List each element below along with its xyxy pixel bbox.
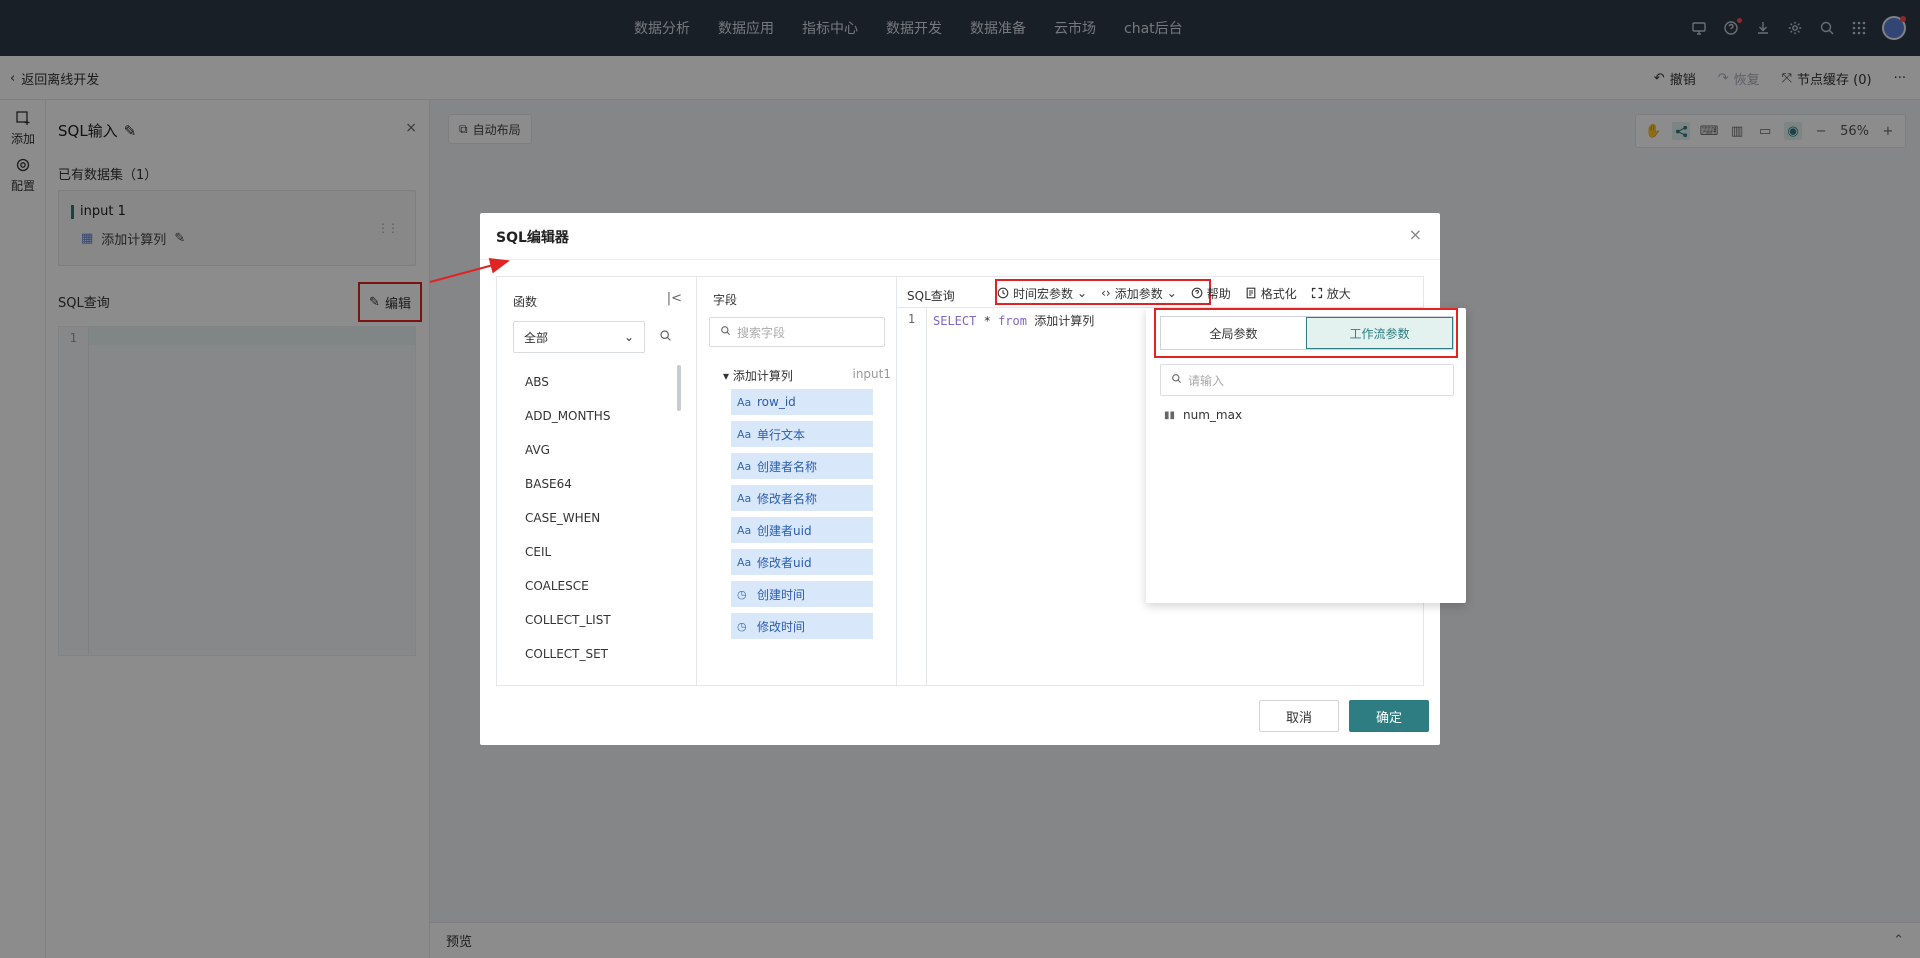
param-item[interactable]: ▮▮ num_max [1164, 408, 1242, 422]
search-icon[interactable] [659, 329, 672, 346]
field-name: 修改者uid [757, 555, 812, 570]
date-icon: ◷ [737, 619, 747, 633]
text-type-icon: Aa [737, 523, 752, 537]
format-button[interactable]: 格式化 [1245, 285, 1297, 302]
confirm-button[interactable]: 确定 [1349, 700, 1429, 732]
field-name: 修改者名称 [757, 491, 818, 506]
text-type-icon: Aa [737, 427, 752, 441]
tab-workflow-params[interactable]: 工作流参数 [1306, 317, 1453, 349]
modal-divider [480, 259, 1440, 260]
param-name: num_max [1183, 408, 1243, 422]
field-name: 修改时间 [757, 619, 806, 634]
code-icon: ‹› [1101, 286, 1111, 300]
expand-icon [1311, 287, 1322, 299]
bar-chart-icon: ▮▮ [1164, 409, 1176, 421]
function-list-scrollbar[interactable] [677, 365, 681, 411]
field-item[interactable]: Aa 单行文本 [731, 421, 873, 447]
field-item[interactable]: Aa 创建者名称 [731, 453, 873, 479]
field-item[interactable]: Aa 修改者uid [731, 549, 873, 575]
help-label: 帮助 [1206, 286, 1231, 301]
format-label: 格式化 [1260, 286, 1297, 301]
sql-keyword: SELECT [933, 314, 977, 328]
field-name: 创建者uid [757, 523, 812, 538]
field-item[interactable]: ◷ 创建时间 [731, 581, 873, 607]
sql-code-line: SELECT * from 添加计算列 [933, 312, 1094, 329]
sql-query-header: SQL查询 [907, 289, 955, 303]
tab-global-params[interactable]: 全局参数 [1161, 317, 1306, 349]
function-item[interactable]: AVG [513, 433, 673, 467]
field-item[interactable]: ◷ 修改时间 [731, 613, 873, 639]
function-item[interactable]: ADD_MONTHS [513, 399, 673, 433]
time-macro-label: 时间宏参数 [1013, 286, 1074, 301]
param-tabs: 全局参数 工作流参数 [1160, 316, 1454, 350]
sql-operator: * [983, 314, 991, 328]
sql-toolbar: 时间宏参数 ⌄ ‹› 添加参数 ⌄ 帮助 格式化 放大 [997, 281, 1351, 305]
chevron-down-icon: ⌄ [1077, 286, 1088, 300]
function-item[interactable]: COLLECT_LIST [513, 603, 673, 637]
field-group-name: 添加计算列 [732, 369, 793, 383]
field-group-header[interactable]: ▾ 添加计算列 input1 [723, 367, 891, 384]
sql-table-name: 添加计算列 [1034, 314, 1095, 328]
collapse-left-icon[interactable]: |< [667, 291, 682, 306]
expand-label: 放大 [1326, 286, 1351, 301]
clock-icon [997, 287, 1009, 299]
cancel-button[interactable]: 取消 [1259, 700, 1339, 732]
function-category-value: 全部 [524, 330, 549, 345]
date-icon: ◷ [737, 587, 747, 601]
field-search-input[interactable]: 搜索字段 [709, 317, 885, 347]
help-button[interactable]: 帮助 [1191, 285, 1231, 302]
field-item[interactable]: Aa row_id [731, 389, 873, 415]
field-name: 单行文本 [757, 427, 806, 442]
field-name: 创建时间 [757, 587, 806, 602]
param-search-placeholder: 请输入 [1188, 373, 1225, 388]
modal-title: SQL编辑器 [496, 230, 569, 246]
document-icon [1246, 287, 1256, 299]
caret-down-icon: ▾ [723, 369, 733, 383]
add-param-button[interactable]: ‹› 添加参数 ⌄ [1101, 285, 1177, 302]
field-item[interactable]: Aa 创建者uid [731, 517, 873, 543]
field-group-source: input1 [852, 367, 891, 381]
chevron-down-icon: ⌄ [1166, 286, 1177, 300]
field-item[interactable]: Aa 修改者名称 [731, 485, 873, 511]
functions-column: 函数 |< 全部 ⌄ ABS ADD_MONTHS AVG BASE64 CAS… [497, 277, 697, 685]
search-icon [720, 325, 731, 339]
field-list: Aa row_id Aa 单行文本 Aa 创建者名称 Aa 修改者名称 Aa 创建者uid… [731, 389, 873, 645]
expand-button[interactable]: 放大 [1311, 285, 1351, 302]
function-item[interactable]: COLLECT_SET [513, 637, 673, 671]
line-number: 1 [897, 308, 927, 685]
text-type-icon: Aa [737, 491, 752, 505]
field-search-placeholder: 搜索字段 [737, 325, 786, 340]
function-item[interactable]: ABS [513, 365, 673, 399]
functions-header: 函数 [513, 295, 538, 309]
function-item[interactable]: CASE_WHEN [513, 501, 673, 535]
search-icon [1171, 373, 1182, 387]
text-type-icon: Aa [737, 395, 752, 409]
text-type-icon: Aa [737, 555, 752, 569]
fields-column: 字段 搜索字段 ▾ 添加计算列 input1 Aa row_id Aa 单行文本 A… [697, 277, 897, 685]
function-item[interactable]: CEIL [513, 535, 673, 569]
chevron-down-icon: ⌄ [623, 330, 634, 344]
function-list: ABS ADD_MONTHS AVG BASE64 CASE_WHEN CEIL… [513, 365, 673, 671]
function-category-select[interactable]: 全部 ⌄ [513, 321, 645, 353]
field-name: row_id [757, 395, 796, 409]
sql-keyword: from [998, 314, 1027, 328]
time-macro-param-button[interactable]: 时间宏参数 ⌄ [997, 285, 1087, 302]
close-icon[interactable]: × [1409, 225, 1422, 244]
text-type-icon: Aa [737, 459, 752, 473]
function-item[interactable]: COALESCE [513, 569, 673, 603]
field-name: 创建者名称 [757, 459, 818, 474]
add-param-label: 添加参数 [1114, 286, 1163, 301]
fields-header: 字段 [713, 293, 738, 307]
param-search-input[interactable]: 请输入 [1160, 364, 1454, 396]
help-icon [1191, 287, 1203, 299]
function-item[interactable]: BASE64 [513, 467, 673, 501]
param-dropdown: 全局参数 工作流参数 请输入 ▮▮ num_max [1146, 308, 1466, 603]
